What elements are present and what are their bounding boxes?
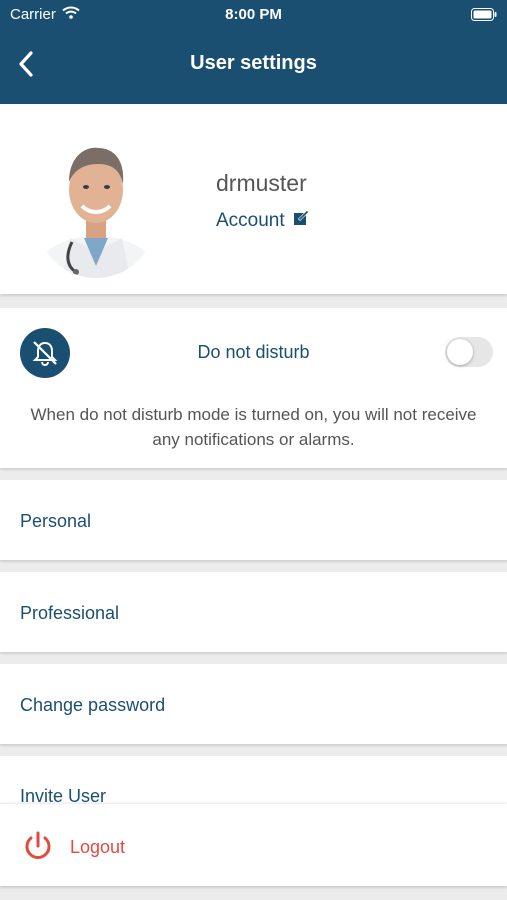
menu-item-change-password[interactable]: Change password [0,664,507,744]
do-not-disturb-toggle[interactable] [445,337,493,367]
profile-card: drmuster Account [0,104,507,294]
avatar [36,126,156,278]
do-not-disturb-description: When do not disturb mode is turned on, y… [30,405,477,449]
battery-icon [471,8,497,25]
edit-icon [293,210,309,232]
menu-item-personal[interactable]: Personal [0,480,507,560]
logout-label: Logout [70,837,126,857]
username: drmuster [216,170,307,196]
logout-button[interactable]: Logout [0,804,507,886]
page-title: User settings [190,52,317,74]
menu-item-professional[interactable]: Professional [0,572,507,652]
account-link[interactable]: Account [216,210,309,232]
do-not-disturb-label: Do not disturb [197,342,310,362]
app-header: Carrier 8:00 PM User settings [0,0,507,104]
do-not-disturb-card: Do not disturb When do not disturb mode … [0,308,507,468]
power-icon [22,830,54,867]
account-label: Account [216,210,285,231]
clock: 8:00 PM [225,6,282,23]
menu-item-label: Personal [20,511,92,531]
menu-item-invite-user[interactable]: Invite User [0,756,507,806]
menu-item-label: Professional [20,603,120,623]
status-bar: Carrier 8:00 PM [0,6,507,24]
menu-item-label: Change password [20,695,166,715]
toggle-knob [447,339,473,365]
